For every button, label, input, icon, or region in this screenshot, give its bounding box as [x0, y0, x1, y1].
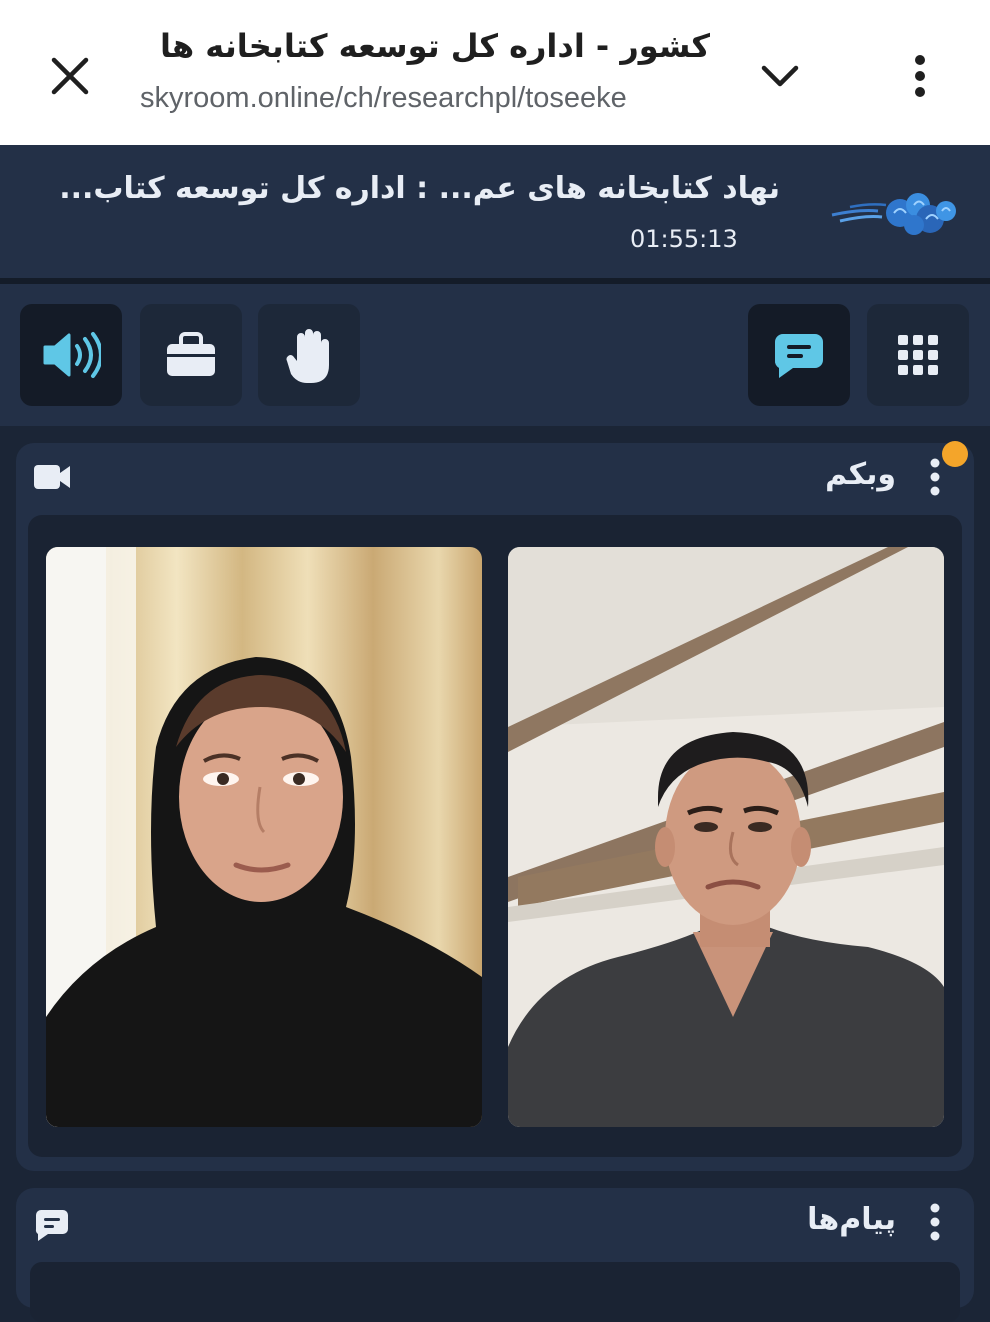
page-title-block: کشور - اداره کل توسعه کتابخانه ها skyroo…	[140, 24, 710, 116]
messages-panel-title: پیام‌ها	[807, 1202, 896, 1237]
man-participant-video[interactable]	[508, 547, 944, 1127]
webcam-panel-title: وبکم	[825, 457, 896, 492]
briefcase-icon	[167, 332, 215, 376]
more-vertical-icon	[930, 1203, 940, 1241]
video-camera-icon[interactable]	[32, 459, 72, 495]
raise-hand-button[interactable]	[258, 304, 360, 406]
speaker-icon	[43, 332, 101, 378]
room-header: نهاد کتابخانه های عم... : اداره کل توسعه…	[0, 145, 990, 278]
chat-icon	[774, 334, 823, 378]
chat-button[interactable]	[748, 304, 850, 406]
apps-grid-icon	[898, 335, 938, 375]
close-button[interactable]	[40, 46, 100, 106]
speaker-button[interactable]	[20, 304, 122, 406]
more-vertical-icon	[930, 458, 940, 496]
messages-panel: پیام‌ها	[16, 1188, 974, 1322]
expand-button[interactable]	[752, 48, 808, 104]
chat-icon[interactable]	[34, 1208, 70, 1242]
cloud-logo	[831, 193, 956, 235]
room-timer: 01:55:13	[630, 225, 738, 253]
man-video-image	[508, 547, 944, 1127]
video-grid	[28, 515, 962, 1157]
apps-grid-button[interactable]	[867, 304, 969, 406]
close-icon	[51, 57, 89, 95]
briefcase-button[interactable]	[140, 304, 242, 406]
more-vertical-icon	[915, 55, 925, 97]
page-url[interactable]: skyroom.online/ch/researchpl/toseeke	[140, 80, 710, 116]
browser-top-bar: کشور - اداره کل توسعه کتابخانه ها skyroo…	[0, 0, 990, 145]
browser-menu-button[interactable]	[895, 46, 945, 106]
woman-video-image	[46, 547, 482, 1127]
room-toolbar	[0, 284, 990, 426]
raise-hand-icon	[286, 329, 329, 383]
webcam-panel: وبکم	[16, 441, 974, 1171]
notification-dot	[942, 441, 968, 467]
chevron-down-icon	[761, 65, 799, 87]
room-name: نهاد کتابخانه های عم... : اداره کل توسعه…	[60, 171, 780, 206]
woman-participant-video[interactable]	[46, 547, 482, 1127]
messages-menu-button[interactable]	[920, 1200, 950, 1244]
page-title: کشور - اداره کل توسعه کتابخانه ها	[159, 27, 710, 65]
messages-list[interactable]	[30, 1262, 960, 1322]
